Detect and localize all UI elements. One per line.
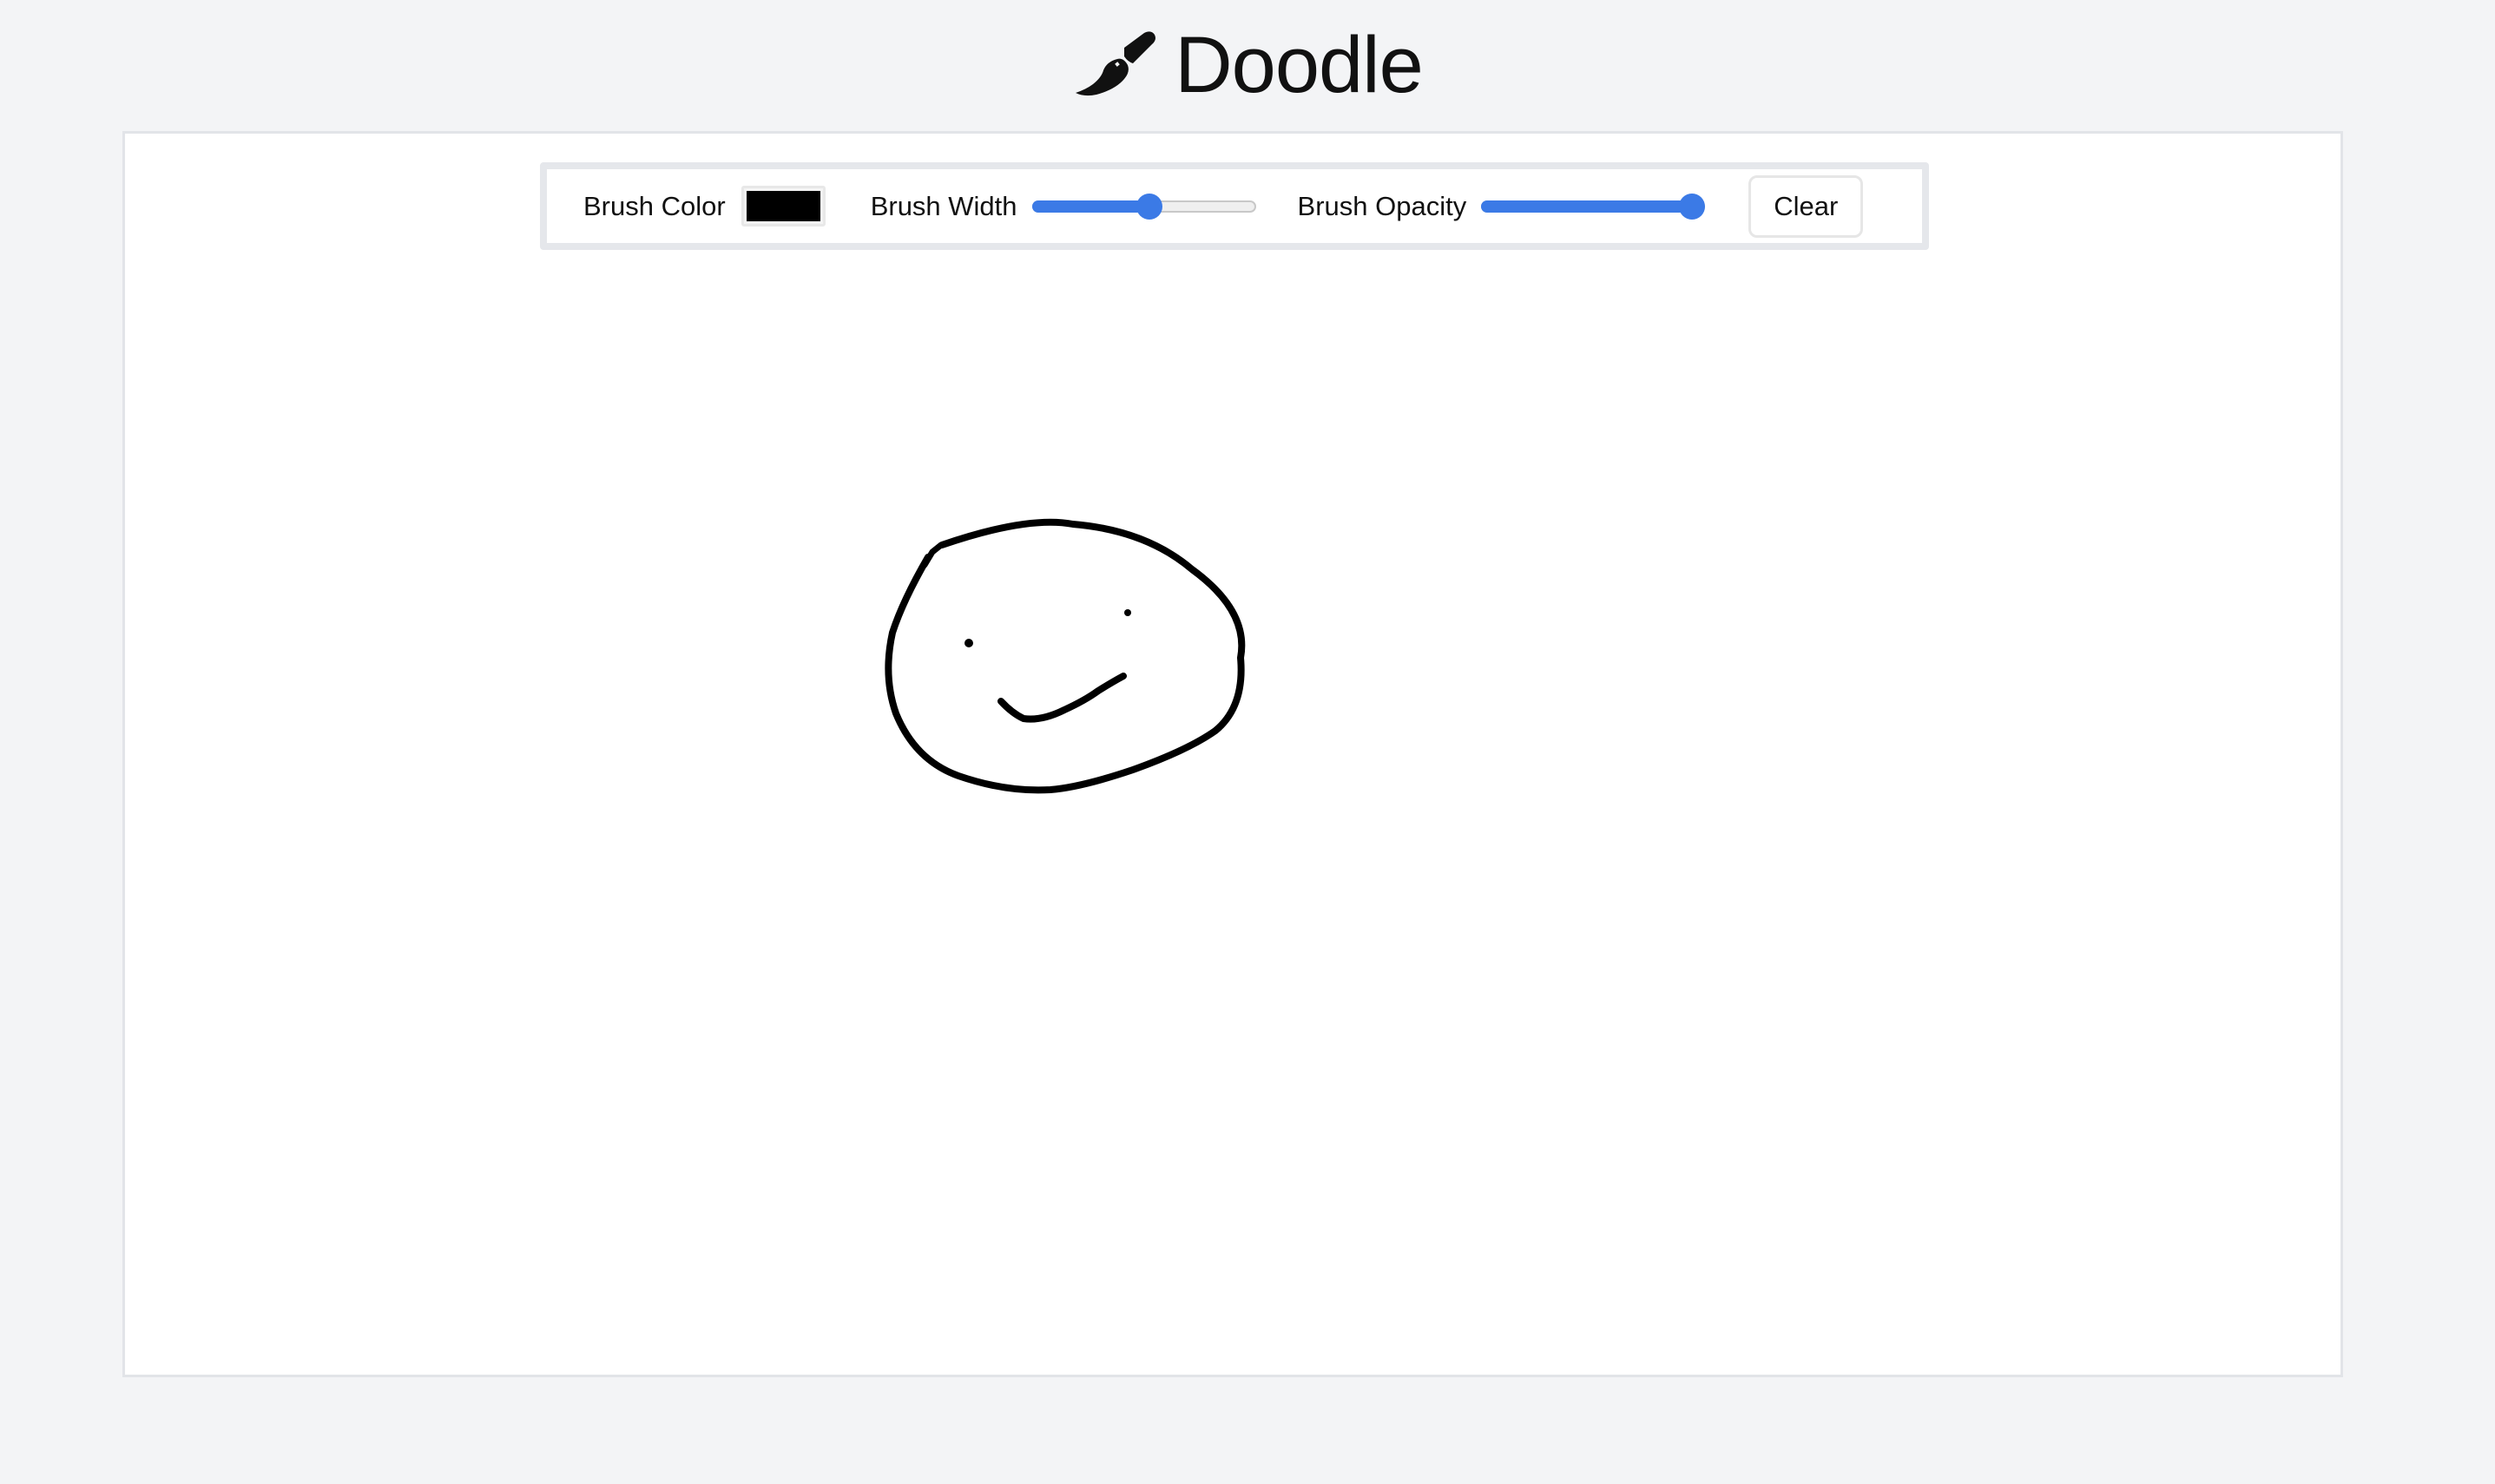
brush-opacity-slider-fill — [1481, 200, 1693, 213]
brush-width-slider[interactable] — [1031, 191, 1256, 222]
doodle-face-outline — [885, 518, 1246, 794]
drawing-canvas-card: Brush Color Brush Width Brush Opacity Cl… — [122, 131, 2343, 1377]
brush-color-label: Brush Color — [583, 190, 726, 221]
brush-opacity-slider[interactable] — [1481, 191, 1706, 222]
drawing-canvas[interactable] — [125, 134, 2340, 1375]
doodle-smile — [997, 673, 1127, 723]
brush-color-picker[interactable] — [741, 186, 826, 227]
brush-width-slider-thumb[interactable] — [1136, 193, 1163, 220]
doodle-left-eye — [964, 639, 973, 647]
toolbar: Brush Color Brush Width Brush Opacity Cl… — [540, 162, 1929, 250]
doodle-face-tick — [921, 542, 945, 568]
brush-width-label: Brush Width — [870, 190, 1017, 221]
paint-brush-icon — [1076, 31, 1156, 96]
doodle-right-eye — [1124, 609, 1131, 616]
app-title: Doodle — [1175, 21, 1424, 109]
brush-opacity-label: Brush Opacity — [1297, 190, 1467, 221]
clear-button[interactable]: Clear — [1748, 174, 1864, 238]
brush-width-slider-fill — [1031, 200, 1150, 213]
brush-opacity-slider-thumb[interactable] — [1679, 193, 1706, 220]
brush-color-swatch — [746, 191, 820, 221]
app-header: Doodle — [0, 0, 2495, 130]
